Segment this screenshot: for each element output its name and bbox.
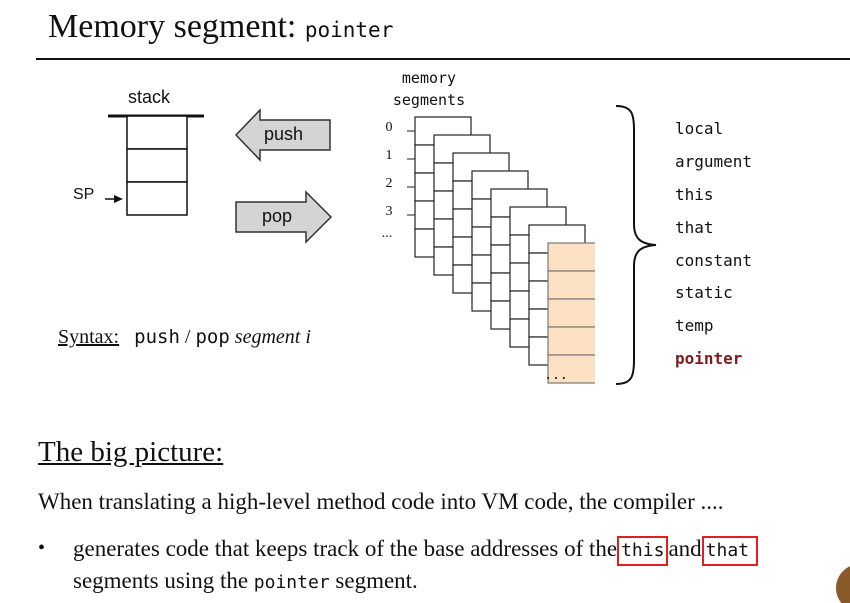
title-text: Memory segment: — [48, 8, 305, 45]
memory-label-line2: segments — [392, 91, 466, 109]
memory-cell — [547, 298, 595, 328]
stack-cell — [126, 115, 188, 150]
memory-index: 2 — [385, 176, 393, 191]
line2-code: pointer — [253, 572, 330, 593]
segment-temp: temp — [675, 316, 714, 335]
syntax-pop: pop — [195, 326, 230, 348]
big-picture-heading: The big picture: — [38, 436, 224, 468]
segment-constant: constant — [675, 251, 753, 270]
this-callout: this — [617, 536, 669, 566]
memory-cell — [547, 270, 595, 300]
line2-text: segments using the — [73, 568, 254, 593]
syntax-line: Syntax: push / pop segment i — [58, 326, 311, 349]
memory-label-line1: memory — [401, 69, 457, 87]
line2-end: segment. — [329, 568, 418, 593]
memory-index: 1 — [385, 148, 393, 163]
segment-pointer: pointer — [675, 349, 743, 368]
bullet-line-2: segments using the pointer segment. — [73, 568, 418, 594]
title-code: pointer — [304, 18, 394, 42]
sp-arrow-icon — [105, 195, 123, 203]
slide-title: Memory segment: pointer — [48, 8, 393, 46]
stack-cell — [126, 148, 188, 183]
bullet-line-1: generates code that keeps track of the b… — [73, 536, 758, 566]
syntax-slash: / — [179, 326, 196, 348]
memory-cell — [547, 242, 595, 272]
video-overlay-edge — [836, 566, 850, 603]
title-divider — [36, 58, 850, 60]
segment-this: this — [675, 185, 714, 204]
segment-argument: argument — [675, 152, 753, 171]
memory-index: 0 — [385, 120, 393, 135]
stack-label: stack — [128, 87, 171, 107]
pointer-cell-ellipsis: ... — [544, 368, 568, 383]
memory-index-more: ... — [381, 226, 393, 241]
and-word: and — [668, 536, 702, 561]
memory-index: 3 — [385, 204, 393, 219]
stack-cell — [126, 181, 188, 216]
memory-segments-stack — [407, 116, 595, 384]
sp-label: SP — [73, 186, 95, 203]
stack-diagram — [108, 114, 204, 216]
segments-brace — [615, 105, 657, 385]
segment-local: local — [675, 119, 724, 138]
memory-cell — [547, 326, 595, 356]
bullet-text: generates code that keeps track of the b… — [73, 536, 618, 561]
syntax-label: Syntax: — [58, 326, 120, 348]
push-label: push — [264, 124, 304, 144]
syntax-push: push — [134, 326, 180, 348]
memory-segments-label: memory segments — [384, 67, 474, 111]
that-callout: that — [701, 536, 758, 566]
memory-segment-block — [547, 242, 595, 384]
bullet-marker: • — [38, 537, 46, 559]
segment-that: that — [675, 218, 714, 237]
that-callout-text: that — [705, 540, 750, 561]
syntax-i: i — [305, 326, 311, 348]
pop-label: pop — [262, 206, 293, 226]
segment-static: static — [675, 283, 733, 302]
big-picture-paragraph: When translating a high-level method cod… — [38, 489, 724, 514]
syntax-segment: segment — [234, 326, 301, 348]
